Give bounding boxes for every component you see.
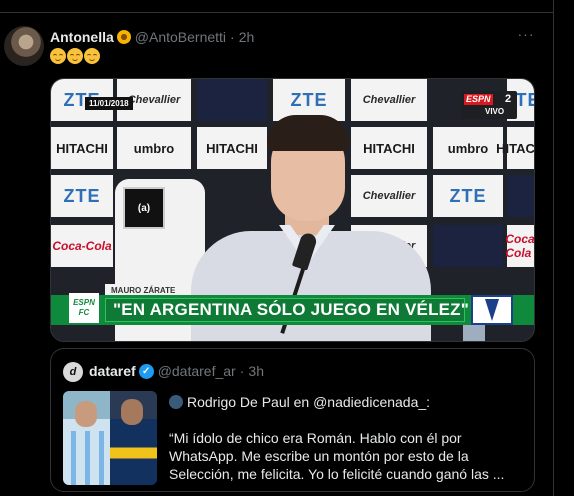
quoted-tweet-first-line: Rodrigo De Paul en @nadiedicenada_: bbox=[169, 393, 525, 411]
chair-logo: (a) bbox=[123, 187, 165, 229]
sponsor-logo: HITACHI bbox=[51, 127, 113, 169]
espn-logo: ESPN bbox=[464, 94, 493, 105]
espn-channel-badge: ESPN 2 VIVO bbox=[461, 91, 517, 119]
live-label: VIVO bbox=[485, 107, 505, 116]
sponsor-logo: Coca-Cola bbox=[51, 225, 113, 267]
relieved-face-icon bbox=[50, 48, 66, 64]
speaker-hair bbox=[267, 115, 349, 151]
jersey-stripe bbox=[71, 431, 76, 485]
sponsor-logo: HITACHI bbox=[351, 127, 427, 169]
sponsor-logo: HITACHI bbox=[197, 127, 267, 169]
espn-channel-number: 2 bbox=[505, 93, 512, 105]
quoted-author-avatar[interactable]: d bbox=[63, 362, 83, 382]
quoted-author-name[interactable]: dataref bbox=[89, 363, 136, 379]
author-name[interactable]: Antonella bbox=[50, 29, 114, 45]
sponsor-logo: Chevallier bbox=[351, 175, 427, 217]
author-avatar[interactable] bbox=[4, 26, 44, 66]
club-crest-tile bbox=[507, 175, 534, 217]
player-face-right bbox=[121, 399, 143, 425]
tweet-media-image[interactable]: ZTE Chevallier ZTE Chevallier ZTE HITACH… bbox=[50, 78, 535, 342]
sponsor-logo: ZTE bbox=[433, 175, 503, 217]
club-crest-tile bbox=[197, 79, 267, 121]
jersey-stripe bbox=[99, 431, 104, 485]
timeline-border bbox=[553, 0, 554, 496]
club-crest-tile bbox=[433, 225, 503, 267]
more-options-icon[interactable]: ··· bbox=[516, 26, 536, 46]
quoted-tweet[interactable]: d dataref ✓ @dataref_ar · 3h Rodrigo De … bbox=[50, 348, 535, 492]
quoted-tweet-text: “Mi ídolo de chico era Román. Hablo con … bbox=[169, 430, 505, 482]
separator-dot: · bbox=[230, 29, 235, 45]
tweet-text bbox=[50, 48, 100, 64]
relieved-face-icon bbox=[84, 48, 100, 64]
jersey-stripe bbox=[85, 431, 90, 485]
speaking-head-icon bbox=[169, 395, 183, 409]
lower-third-quote: "EN ARGENTINA SÓLO JUEGO EN VÉLEZ" bbox=[113, 300, 470, 319]
velez-crest-icon bbox=[471, 295, 513, 325]
sponsor-logo: Chevallier bbox=[351, 79, 427, 121]
tweet-time[interactable]: 2h bbox=[239, 29, 255, 45]
divider-top bbox=[0, 12, 554, 13]
separator-dot: · bbox=[239, 363, 245, 379]
quoted-tweet-headline: Rodrigo De Paul en @nadiedicenada_: bbox=[187, 394, 431, 410]
sponsor-logo: ZTE bbox=[51, 175, 113, 217]
player-face-left bbox=[75, 401, 97, 427]
espn-fc-logo: ESPN FC bbox=[69, 293, 99, 323]
tweet-header: Antonella @AntoBernetti · 2h bbox=[50, 28, 254, 46]
sponsor-logo: Coca-Cola bbox=[505, 225, 534, 267]
quoted-tweet-header: dataref ✓ @dataref_ar · 3h bbox=[89, 363, 264, 379]
date-badge: 11/01/2018 bbox=[85, 97, 133, 110]
relieved-face-icon bbox=[67, 48, 83, 64]
sunflower-icon bbox=[116, 30, 131, 44]
quoted-tweet-time[interactable]: 3h bbox=[248, 363, 264, 379]
quoted-author-handle[interactable]: @dataref_ar bbox=[158, 363, 236, 379]
verified-badge-icon: ✓ bbox=[138, 363, 154, 379]
sponsor-logo: umbro bbox=[433, 127, 503, 169]
sponsor-logo: HITACHI bbox=[496, 127, 534, 169]
sponsor-logo: umbro bbox=[117, 127, 191, 169]
quoted-media-thumbnail[interactable] bbox=[63, 391, 157, 485]
author-handle[interactable]: @AntoBernetti bbox=[135, 29, 226, 45]
